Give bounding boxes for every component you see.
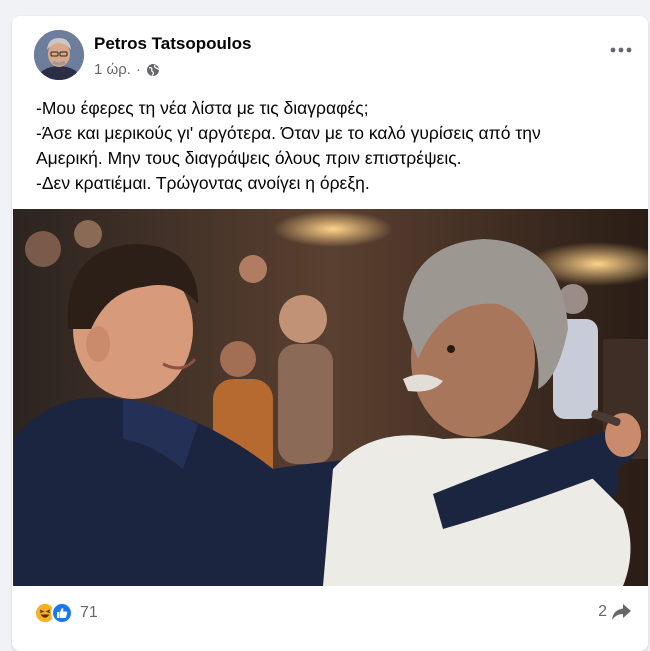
post-photo[interactable] (13, 209, 648, 586)
reaction-count: 71 (80, 604, 98, 622)
post-time[interactable]: 1 ώρ. (94, 61, 131, 78)
share-count[interactable]: 2 (598, 602, 632, 622)
post-text-line: -Μου έφερες τη νέα λίστα με τις διαγραφέ… (36, 96, 640, 121)
share-arrow-icon (610, 602, 632, 622)
reaction-summary[interactable]: 71 (34, 602, 98, 624)
post-text-line: -Άσε και μερικούς γι' αργότερα. Όταν με … (36, 121, 640, 146)
author-name[interactable]: Petros Tatsopoulos (94, 34, 251, 54)
share-count-value: 2 (598, 603, 607, 621)
post-text: -Μου έφερες τη νέα λίστα με τις διαγραφέ… (36, 96, 640, 196)
like-icon (51, 602, 73, 624)
post-meta: 1 ώρ. · (94, 61, 160, 78)
globe-icon[interactable] (146, 63, 160, 77)
meta-separator: · (136, 61, 141, 78)
post-text-line: Αμερική. Μην τους διαγράψεις όλους πριν … (36, 146, 640, 171)
post-card: Petros Tatsopoulos 1 ώρ. · -Μου έφερες τ… (12, 16, 648, 651)
author-avatar[interactable] (34, 30, 84, 80)
more-horizontal-icon[interactable] (608, 40, 634, 60)
post-text-line: -Δεν κρατιέμαι. Τρώγοντας ανοίγει η όρεξ… (36, 171, 640, 196)
